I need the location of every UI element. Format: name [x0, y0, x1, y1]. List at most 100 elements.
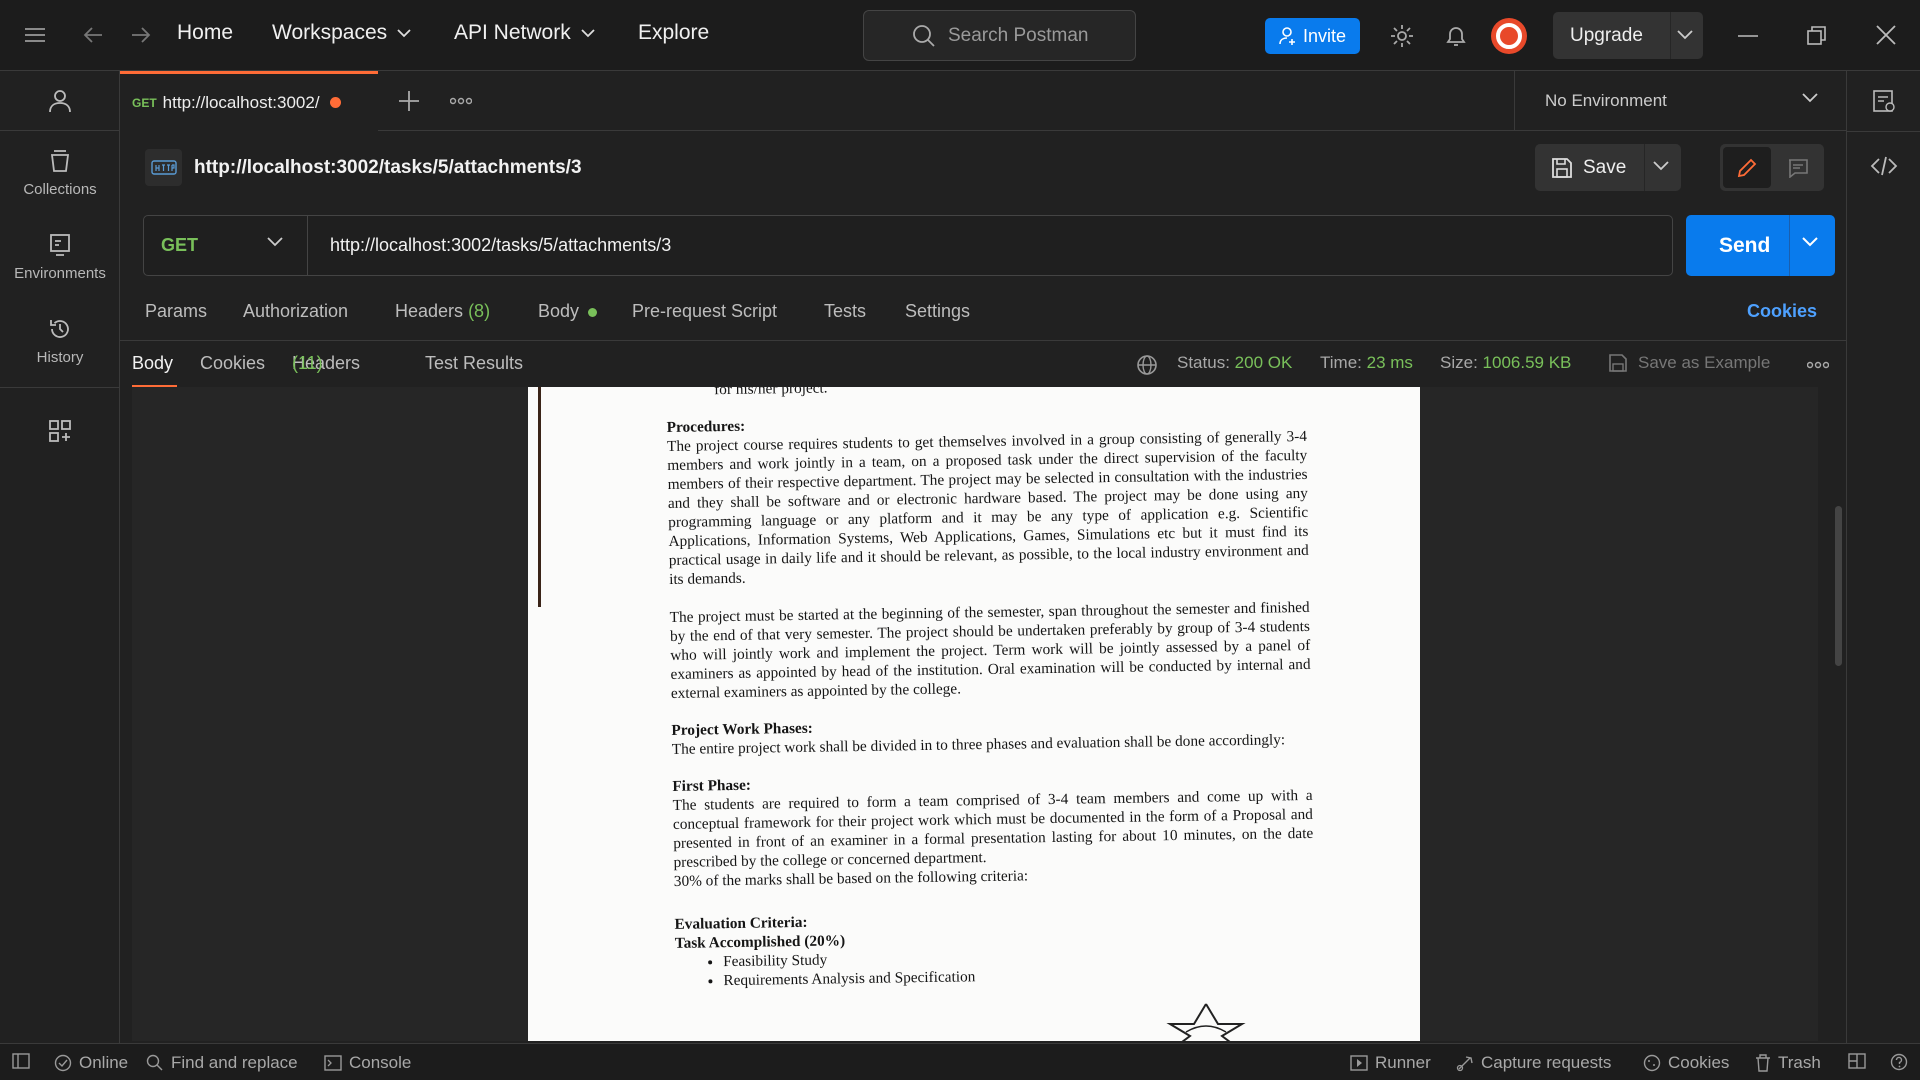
check-circle-icon: [54, 1054, 72, 1072]
send-label: Send: [1719, 233, 1771, 257]
divider: [1670, 12, 1671, 59]
tab-tests[interactable]: Tests: [824, 301, 866, 322]
comment-mode-button[interactable]: [1775, 147, 1821, 188]
chevron-down-icon[interactable]: [1653, 161, 1669, 171]
trash-label: Trash: [1778, 1053, 1821, 1072]
chevron-down-icon: [397, 28, 411, 37]
add-user-icon: [1279, 27, 1295, 45]
menu-icon[interactable]: [24, 26, 46, 44]
chevron-down-icon[interactable]: [1802, 237, 1818, 247]
capture-icon: [1456, 1056, 1473, 1072]
settings-icon[interactable]: [1389, 23, 1415, 49]
sidebar-item-environments[interactable]: Environments: [0, 215, 120, 299]
save-as-example-button[interactable]: Save as Example: [1608, 353, 1770, 373]
tab-body[interactable]: Body: [538, 301, 598, 322]
response-status: Status: 200 OK: [1177, 353, 1292, 373]
send-button[interactable]: Send: [1686, 215, 1835, 276]
environment-select[interactable]: No Environment: [1514, 71, 1846, 131]
find-and-replace-button[interactable]: Find and replace: [146, 1053, 298, 1073]
tab-settings[interactable]: Settings: [905, 301, 970, 322]
toggle-sidebar-icon[interactable]: [12, 1053, 30, 1069]
search-placeholder: Search Postman: [948, 24, 1089, 46]
chevron-down-icon: [1802, 93, 1818, 103]
response-preview[interactable]: for his/her project. Procedures: The pro…: [132, 387, 1818, 1041]
close-icon[interactable]: [1876, 25, 1896, 45]
user-icon: [48, 89, 71, 112]
upgrade-button[interactable]: Upgrade: [1553, 12, 1703, 59]
cookies-link[interactable]: Cookies: [1747, 301, 1817, 322]
nav-api-network[interactable]: API Network: [454, 21, 595, 45]
cookies-button[interactable]: Cookies: [1643, 1053, 1729, 1073]
find-label: Find and replace: [171, 1053, 298, 1072]
tab-headers[interactable]: Headers (8): [395, 301, 490, 322]
back-arrow-icon[interactable]: [82, 25, 104, 45]
more-tabs-icon[interactable]: [450, 97, 472, 105]
sidebar-item-label: Collections: [23, 180, 97, 198]
response-size: Size: 1006.59 KB: [1440, 353, 1571, 373]
method-select[interactable]: GET: [144, 216, 308, 275]
invite-button[interactable]: Invite: [1265, 18, 1360, 54]
trash-button[interactable]: Trash: [1755, 1053, 1821, 1073]
doc-paragraph: The project must be started at the begin…: [669, 598, 1311, 702]
save-button[interactable]: Save: [1535, 144, 1681, 191]
search-icon: [913, 25, 935, 47]
divider: [1644, 144, 1645, 191]
edit-mode-button[interactable]: [1723, 147, 1771, 188]
more-options-icon[interactable]: [1807, 361, 1829, 369]
nav-home-label: Home: [177, 21, 234, 44]
nav-home[interactable]: Home: [177, 21, 233, 45]
save-label: Save: [1583, 156, 1627, 178]
restore-icon[interactable]: [1807, 26, 1827, 46]
url-input[interactable]: http://localhost:3002/tasks/5/attachment…: [330, 235, 671, 256]
two-pane-view-icon[interactable]: [1848, 1053, 1866, 1069]
chevron-down-icon[interactable]: [1677, 30, 1693, 40]
doc-bullet-list: Feasibility Study Requirements Analysis …: [723, 943, 1316, 990]
tab-headers-label: Headers: [395, 301, 464, 321]
sidebar-item-collections[interactable]: Collections: [0, 131, 120, 215]
response-tab-test-results[interactable]: Test Results: [425, 353, 523, 374]
tab-params[interactable]: Params: [145, 301, 207, 322]
tab-pre-request-script[interactable]: Pre-request Script: [632, 301, 777, 322]
new-tab-icon[interactable]: [398, 90, 420, 112]
request-title-text[interactable]: http://localhost:3002/tasks/5/attachment…: [194, 157, 582, 179]
response-time: Time: 23 ms: [1320, 353, 1413, 373]
sidebar-item-history[interactable]: History: [0, 299, 120, 383]
sidebar: Collections Environments History: [0, 71, 120, 1043]
environment-quick-look-icon[interactable]: [1872, 89, 1896, 113]
minimize-icon[interactable]: [1737, 34, 1759, 38]
method-label: GET: [161, 235, 199, 255]
search-icon: [146, 1054, 163, 1071]
bell-icon[interactable]: [1444, 23, 1468, 49]
nav-explore-label: Explore: [638, 21, 710, 44]
code-snippet-icon[interactable]: [1870, 156, 1898, 176]
capture-requests-button[interactable]: Capture requests: [1456, 1053, 1611, 1073]
apps-grid-icon: [49, 420, 71, 442]
tab-request[interactable]: GET http://localhost:3002/: [120, 71, 378, 131]
forward-arrow-icon[interactable]: [130, 25, 152, 45]
sidebar-account[interactable]: [0, 71, 119, 131]
avatar[interactable]: [1490, 17, 1528, 55]
online-status[interactable]: Online: [54, 1053, 128, 1073]
scrollbar[interactable]: [1835, 506, 1842, 666]
right-sidebar: [1846, 71, 1920, 1043]
nav-workspaces[interactable]: Workspaces: [272, 21, 411, 45]
globe-icon[interactable]: [1136, 354, 1158, 376]
size-value: 1006.59 KB: [1482, 353, 1572, 372]
console-button[interactable]: Console: [324, 1053, 411, 1073]
history-icon: [50, 319, 69, 338]
tab-authorization[interactable]: Authorization: [243, 301, 348, 322]
sidebar-configure[interactable]: [0, 388, 120, 474]
status-value: 200 OK: [1234, 353, 1293, 372]
divider: [1847, 131, 1920, 132]
cookie-icon: [1643, 1054, 1661, 1072]
response-tab-cookies[interactable]: Cookies: [200, 353, 265, 374]
body-indicator-dot: [588, 307, 598, 317]
comment-icon: [1789, 158, 1808, 178]
response-tab-body[interactable]: Body: [132, 353, 173, 374]
nav-explore[interactable]: Explore: [638, 21, 709, 45]
search-input[interactable]: Search Postman: [863, 10, 1136, 61]
help-icon[interactable]: [1890, 1053, 1908, 1071]
sidebar-item-label: Environments: [14, 264, 106, 282]
runner-button[interactable]: Runner: [1350, 1053, 1431, 1073]
response-bar: Body Cookies Headers (11) Test Results S…: [120, 340, 1846, 388]
